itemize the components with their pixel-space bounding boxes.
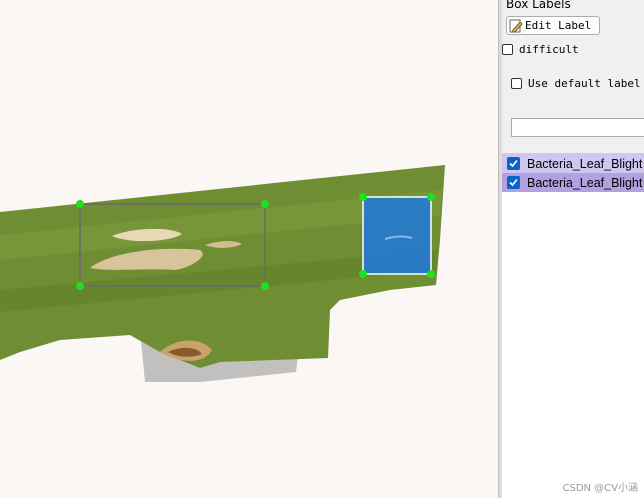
list-item-label: Bacteria_Leaf_Blight — [527, 156, 643, 171]
use-default-label-text: Use default label — [528, 77, 641, 90]
bbox-2-handle[interactable] — [359, 193, 367, 201]
label-list[interactable]: Bacteria_Leaf_Blight Bacteria_Leaf_Bligh… — [502, 153, 644, 498]
list-item[interactable]: Bacteria_Leaf_Blight — [502, 173, 644, 192]
checkmark-icon[interactable] — [507, 176, 520, 189]
bbox-2-handle[interactable] — [427, 270, 435, 278]
default-label-input[interactable] — [511, 118, 644, 137]
bbox-1-handle[interactable] — [76, 200, 84, 208]
edit-label-button[interactable]: Edit Label — [506, 16, 600, 35]
checkmark-icon[interactable] — [507, 157, 520, 170]
bbox-1-handle[interactable] — [261, 282, 269, 290]
difficult-checkbox-row[interactable]: difficult — [502, 43, 579, 56]
list-item[interactable]: Bacteria_Leaf_Blight — [502, 154, 644, 173]
use-default-label-row[interactable]: Use default label — [511, 77, 641, 90]
list-item-label: Bacteria_Leaf_Blight — [527, 175, 643, 190]
image-canvas[interactable] — [0, 0, 498, 498]
box-labels-panel: Box Labels Edit Label difficult Use defa… — [502, 0, 644, 498]
watermark: CSDN @CV小涵 — [562, 483, 638, 494]
bbox-2[interactable] — [362, 196, 432, 275]
bbox-2-handle[interactable] — [427, 193, 435, 201]
difficult-checkbox[interactable] — [502, 44, 513, 55]
use-default-label-checkbox[interactable] — [511, 78, 522, 89]
pencil-icon — [509, 19, 523, 33]
edit-label-text: Edit Label — [525, 19, 592, 32]
bbox-2-handle[interactable] — [359, 270, 367, 278]
difficult-label: difficult — [519, 43, 579, 56]
panel-title: Box Labels — [506, 0, 571, 11]
leaf-image — [0, 165, 445, 382]
bbox-1-handle[interactable] — [261, 200, 269, 208]
bbox-1-handle[interactable] — [76, 282, 84, 290]
